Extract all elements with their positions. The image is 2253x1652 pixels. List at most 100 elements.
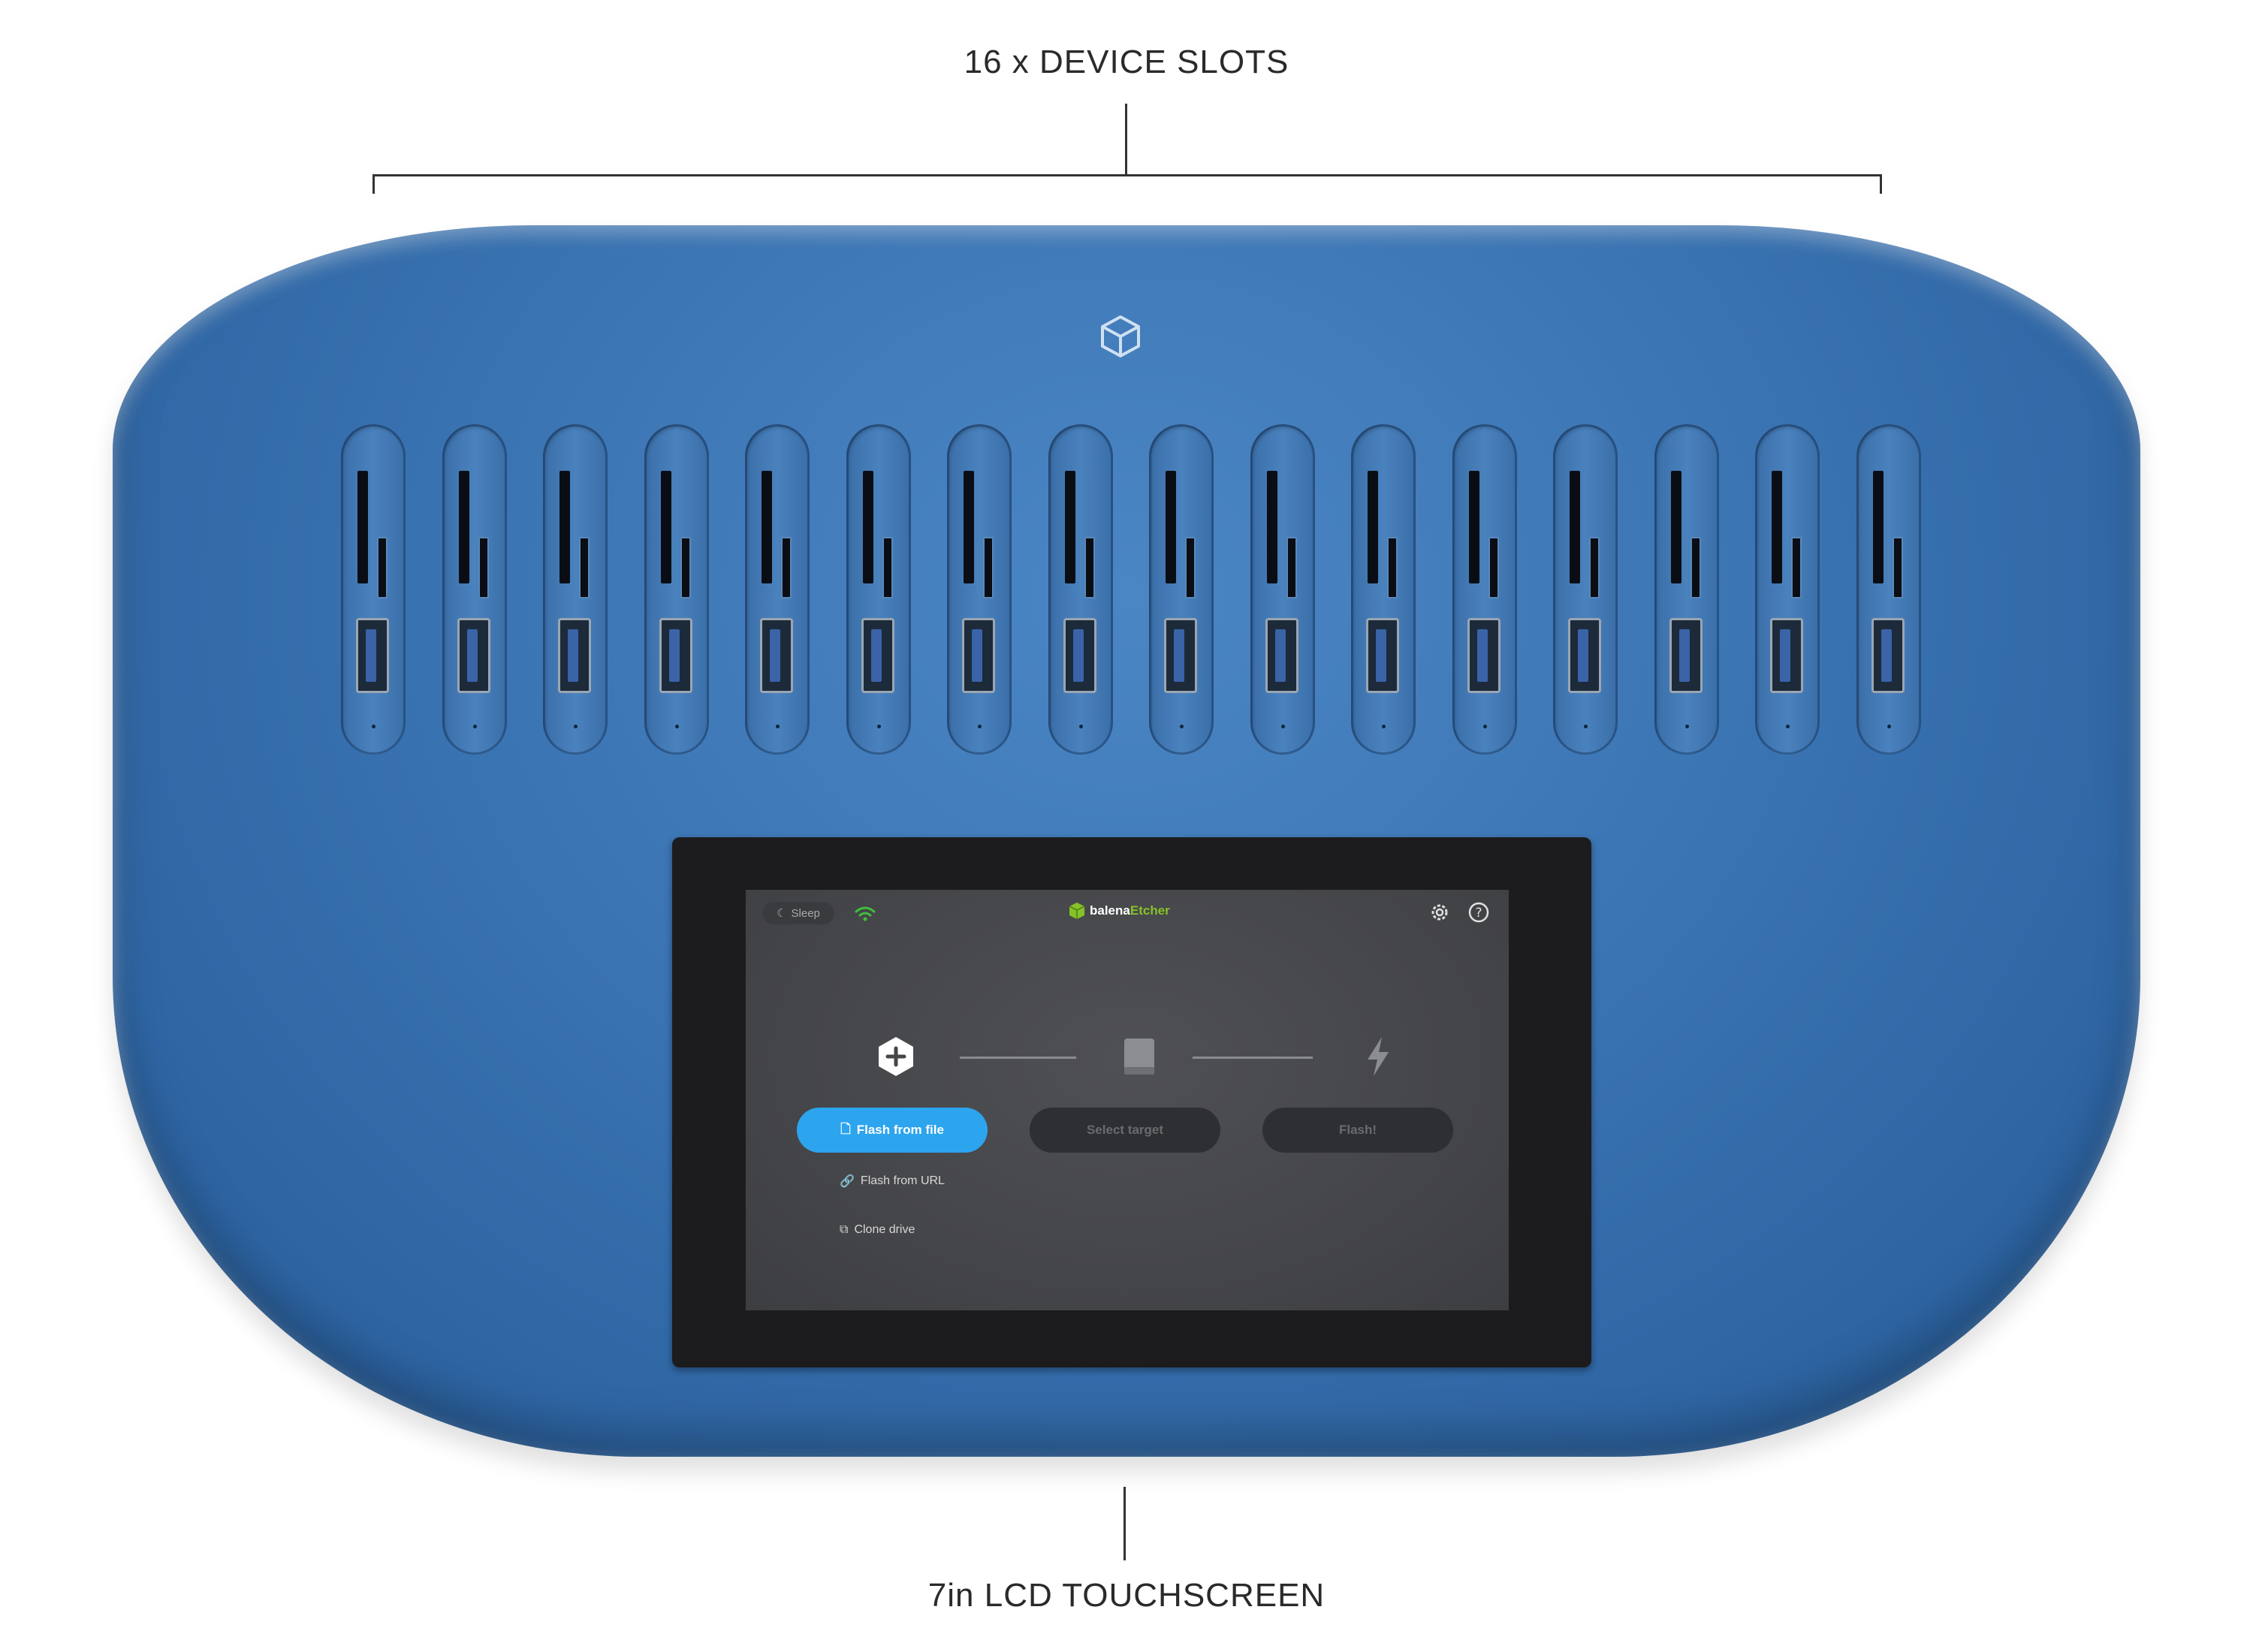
- usb-port[interactable]: [1265, 618, 1298, 693]
- select-target-label: Select target: [1086, 1123, 1164, 1137]
- device-slot[interactable]: [1755, 424, 1820, 755]
- usb-port[interactable]: [659, 618, 692, 693]
- flash-from-url-link[interactable]: 🔗 Flash from URL: [840, 1174, 945, 1189]
- sd-card-slot[interactable]: [1772, 471, 1782, 583]
- usb-port[interactable]: [861, 618, 894, 693]
- device-slot[interactable]: [1351, 424, 1416, 755]
- device-slot[interactable]: [442, 424, 507, 755]
- microsd-card-slot[interactable]: [1892, 537, 1903, 598]
- microsd-card-slot[interactable]: [1387, 537, 1398, 598]
- device-slot[interactable]: [1048, 424, 1113, 755]
- status-led: [674, 725, 679, 728]
- usb-port[interactable]: [558, 618, 591, 693]
- sd-card-slot[interactable]: [1872, 471, 1884, 583]
- sd-card-slot[interactable]: [1670, 471, 1681, 583]
- clone-drive-link[interactable]: ⧉ Clone drive: [840, 1223, 915, 1237]
- callout-line: [1125, 104, 1127, 176]
- box-icon: [1101, 315, 1140, 357]
- usb-port[interactable]: [1770, 618, 1803, 693]
- svg-text:?: ?: [1475, 906, 1482, 921]
- sd-card-slot[interactable]: [964, 471, 974, 583]
- balena-etcher-logo: balena Etcher: [1069, 902, 1170, 920]
- usb-port[interactable]: [356, 618, 389, 693]
- device-slot[interactable]: [947, 424, 1012, 755]
- device-slots-callout: 16 x DEVICE SLOTS: [964, 44, 1289, 80]
- usb-port[interactable]: [1366, 618, 1399, 693]
- status-led: [1280, 725, 1285, 728]
- microsd-card-slot[interactable]: [1690, 537, 1701, 598]
- lcd-bezel: ☾ Sleep balena Etcher ? 🗋 Flash from fil…: [672, 837, 1591, 1367]
- touchscreen-callout: 7in LCD TOUCHSCREEN: [927, 1577, 1326, 1614]
- sd-card-slot[interactable]: [1468, 471, 1479, 583]
- settings-icon[interactable]: [1428, 900, 1452, 924]
- sd-card-slot[interactable]: [1064, 471, 1075, 583]
- lcd-touchscreen: ☾ Sleep balena Etcher ? 🗋 Flash from fil…: [746, 890, 1509, 1310]
- drive-icon: [1124, 1039, 1154, 1075]
- microsd-card-slot[interactable]: [983, 537, 994, 598]
- device-slot[interactable]: [543, 424, 608, 755]
- sd-card-slot[interactable]: [357, 471, 368, 583]
- help-icon[interactable]: ?: [1467, 900, 1491, 924]
- wifi-icon[interactable]: [854, 905, 876, 923]
- status-led: [1382, 725, 1386, 728]
- status-led: [1584, 725, 1588, 728]
- device-slot[interactable]: [644, 424, 709, 755]
- usb-port[interactable]: [760, 618, 793, 693]
- brand-suffix: Etcher: [1130, 903, 1170, 918]
- sd-card-slot[interactable]: [1166, 471, 1176, 583]
- copy-icon: ⧉: [840, 1223, 849, 1236]
- microsd-card-slot[interactable]: [377, 537, 388, 598]
- brand-prefix: balena: [1090, 903, 1130, 918]
- usb-port[interactable]: [962, 618, 995, 693]
- device-slot[interactable]: [846, 424, 911, 755]
- usb-port[interactable]: [1669, 618, 1703, 693]
- status-led: [1180, 725, 1184, 728]
- usb-port[interactable]: [1568, 618, 1601, 693]
- sd-card-slot[interactable]: [862, 471, 873, 583]
- sd-card-slot[interactable]: [1368, 471, 1378, 583]
- device-slot[interactable]: [1856, 424, 1921, 755]
- usb-port[interactable]: [1164, 618, 1197, 693]
- microsd-card-slot[interactable]: [1488, 537, 1499, 598]
- status-led: [372, 725, 376, 728]
- usb-port[interactable]: [1063, 618, 1096, 693]
- sd-card-slot[interactable]: [559, 471, 570, 583]
- device-slot[interactable]: [1250, 424, 1315, 755]
- flash-label: Flash!: [1338, 1123, 1377, 1137]
- flash-button[interactable]: Flash!: [1262, 1108, 1453, 1153]
- usb-port[interactable]: [1871, 618, 1905, 693]
- microsd-card-slot[interactable]: [478, 537, 489, 598]
- status-led: [1078, 725, 1083, 728]
- sd-card-slot[interactable]: [458, 471, 469, 583]
- sd-card-slot[interactable]: [1266, 471, 1277, 583]
- device-slot[interactable]: [1654, 424, 1719, 755]
- device-slot[interactable]: [1452, 424, 1517, 755]
- select-target-button[interactable]: Select target: [1030, 1108, 1220, 1153]
- device-slot[interactable]: [1149, 424, 1214, 755]
- flash-from-file-button[interactable]: 🗋 Flash from file: [797, 1108, 988, 1153]
- status-led: [1684, 725, 1689, 728]
- microsd-card-slot[interactable]: [781, 537, 792, 598]
- status-led: [1786, 725, 1790, 728]
- sd-card-slot[interactable]: [660, 471, 671, 583]
- microsd-card-slot[interactable]: [579, 537, 590, 598]
- usb-port[interactable]: [1467, 618, 1500, 693]
- microsd-card-slot[interactable]: [1589, 537, 1600, 598]
- link-icon: 🔗: [840, 1175, 855, 1188]
- microsd-card-slot[interactable]: [1084, 537, 1095, 598]
- device-slot[interactable]: [341, 424, 406, 755]
- sleep-button[interactable]: ☾ Sleep: [762, 902, 834, 924]
- device-slot[interactable]: [1553, 424, 1618, 755]
- microsd-card-slot[interactable]: [1791, 537, 1802, 598]
- device-slot[interactable]: [745, 424, 810, 755]
- usb-port[interactable]: [457, 618, 490, 693]
- microsd-card-slot[interactable]: [1185, 537, 1196, 598]
- sd-card-slot[interactable]: [762, 471, 772, 583]
- sd-card-slot[interactable]: [1570, 471, 1580, 583]
- callout-bracket-left: [372, 174, 375, 194]
- microsd-card-slot[interactable]: [882, 537, 893, 598]
- microsd-card-slot[interactable]: [1286, 537, 1297, 598]
- file-icon: 🗋: [840, 1121, 851, 1136]
- microsd-card-slot[interactable]: [680, 537, 691, 598]
- status-led: [1887, 725, 1891, 728]
